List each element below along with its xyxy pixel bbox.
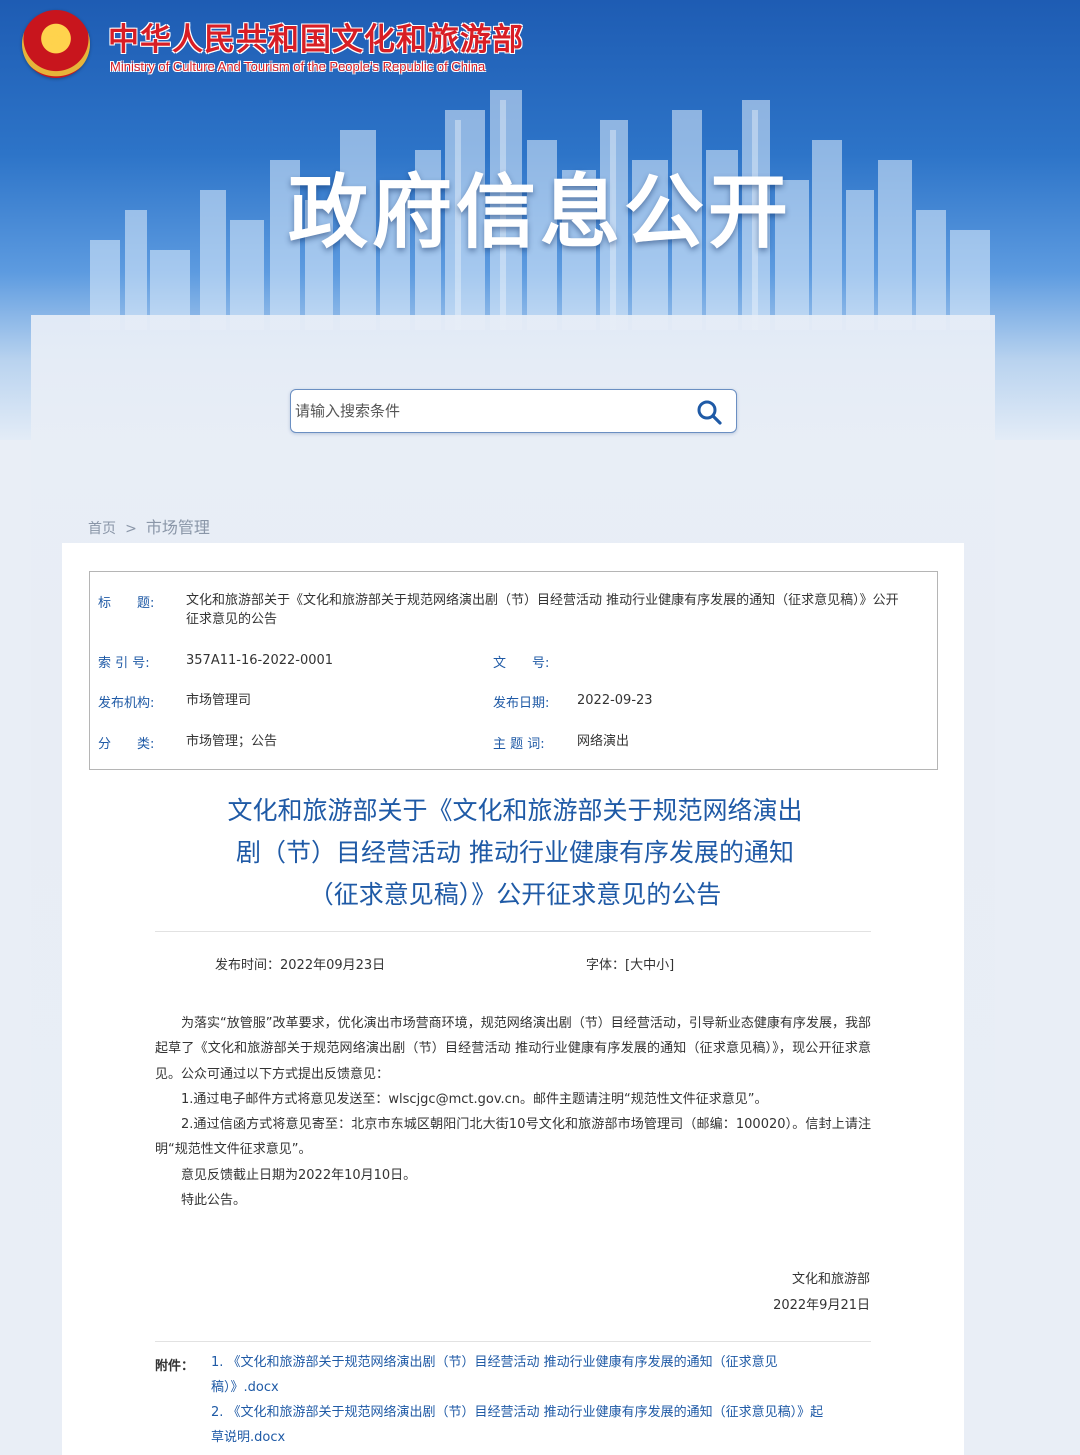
- search-input[interactable]: [295, 396, 675, 426]
- attachment-link[interactable]: 1. 《文化和旅游部关于规范网络演出剧（节）目经营活动 推动行业健康有序发展的通…: [211, 1350, 831, 1400]
- article-paragraph: 特此公告。: [181, 1193, 247, 1208]
- signature-org: 文化和旅游部: [791, 1272, 870, 1287]
- meta-topic-label: 主 题 词:: [493, 737, 545, 752]
- banner-title: 政府信息公开: [288, 166, 792, 259]
- meta-publisher-value: 市场管理司: [186, 693, 252, 708]
- meta-category-label: 分 类:: [98, 737, 155, 752]
- meta-index-value: 357A11-16-2022-0001: [186, 653, 334, 668]
- meta-topic-value: 网络演出: [577, 734, 630, 749]
- meta-title-label: 标 题:: [98, 596, 155, 611]
- ministry-name-cn[interactable]: 中华人民共和国文化和旅游部: [108, 14, 524, 59]
- meta-date-value: 2022-09-23: [577, 693, 653, 708]
- article-paragraph: 意见反馈截止日期为2022年10月10日。: [181, 1168, 417, 1183]
- article-title-line: 文化和旅游部关于《文化和旅游部关于规范网络演出: [227, 796, 803, 825]
- search-box: [290, 389, 737, 433]
- attachments-label: 附件：: [155, 1359, 195, 1374]
- breadcrumb-current-link[interactable]: 市场管理: [146, 518, 210, 537]
- breadcrumb-separator: >: [125, 521, 137, 537]
- national-emblem-logo[interactable]: [22, 10, 90, 78]
- meta-docno-label: 文 号:: [493, 656, 550, 671]
- article-paragraph: 2.通过信函方式将意见寄至：北京市东城区朝阳门北大街10号文化和旅游部市场管理司…: [155, 1117, 871, 1158]
- meta-date-label: 发布日期:: [493, 696, 550, 711]
- search-icon[interactable]: [696, 399, 722, 425]
- article-title-line: （征求意见稿）》公开征求意见的公告: [308, 880, 722, 909]
- attachment-link[interactable]: 2. 《文化和旅游部关于规范网络演出剧（节）目经营活动 推动行业健康有序发展的通…: [211, 1400, 831, 1450]
- breadcrumb: 首页 > 市场管理: [88, 514, 210, 538]
- meta-title-value: 文化和旅游部关于《文化和旅游部关于规范网络演出剧（节）目经营活动 推动行业健康有…: [186, 593, 899, 627]
- signature-date: 2022年9月21日: [773, 1298, 870, 1313]
- title-divider: [155, 931, 871, 932]
- font-size-switcher[interactable]: 字体：[大中小]: [586, 954, 674, 973]
- article-paragraph: 1.通过电子邮件方式将意见发送至：wlscjgc@mct.gov.cn。邮件主题…: [181, 1092, 768, 1107]
- article-title: 文化和旅游部关于《文化和旅游部关于规范网络演出 剧（节）目经营活动 推动行业健康…: [160, 790, 870, 916]
- meta-publisher-label: 发布机构:: [98, 696, 155, 711]
- breadcrumb-home-link[interactable]: 首页: [88, 521, 116, 537]
- article-title-line: 剧（节）目经营活动 推动行业健康有序发展的通知: [236, 838, 794, 867]
- publish-time: 发布时间：2022年09月23日: [215, 958, 386, 973]
- article-paragraph: 为落实“放管服”改革要求，优化演出市场营商环境，规范网络演出剧（节）目经营活动，…: [155, 1016, 871, 1082]
- attachments-divider: [155, 1341, 871, 1342]
- meta-index-label: 索 引 号:: [98, 656, 150, 671]
- meta-category-value: 市场管理；公告: [186, 734, 278, 749]
- ministry-name-en[interactable]: Ministry of Culture And Tourism of the P…: [110, 59, 485, 74]
